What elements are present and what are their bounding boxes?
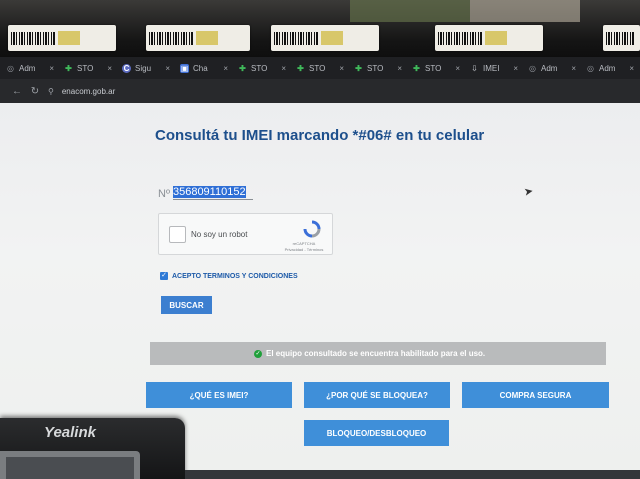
browser-tab-bar: ◎ Adm × ✚ STO × C Sigu × ▣ Cha × ✚ STO × ✚ STO × ✚ STO × ✚ STO…: [0, 57, 640, 79]
close-tab-icon[interactable]: ×: [339, 64, 344, 73]
globe-icon: ◎: [7, 63, 14, 73]
sto-icon: ✚: [413, 63, 420, 73]
phone-screen: [0, 451, 140, 479]
url-text[interactable]: enacom.gob.ar: [62, 87, 115, 96]
browser-tab[interactable]: ◎ Adm ×: [522, 57, 580, 79]
recaptcha-widget: No soy un robot reCAPTCHA Privacidad - T…: [158, 213, 333, 255]
tab-label: IMEI: [483, 63, 500, 73]
tab-label: STO: [425, 63, 442, 73]
terms-row[interactable]: ✓ ACEPTO TERMINOS Y CONDICIONES: [160, 272, 298, 280]
tab-label: Adm: [19, 63, 36, 73]
site-info-icon[interactable]: ⚲: [48, 87, 54, 96]
barcode-icon: [274, 31, 318, 45]
tab-label: Adm: [599, 63, 616, 73]
globe-icon: ◎: [587, 63, 594, 73]
mouse-cursor-icon: ➤: [523, 185, 535, 199]
close-tab-icon[interactable]: ×: [165, 64, 170, 73]
chat-icon: ▣: [180, 63, 189, 73]
background-window: [470, 0, 580, 22]
search-button[interactable]: BUSCAR: [161, 296, 212, 314]
tab-label: STO: [251, 63, 268, 73]
asset-sticker: [146, 25, 250, 51]
asset-sticker: [435, 25, 543, 51]
barcode-icon: [149, 31, 193, 45]
phone-display: [6, 457, 134, 479]
status-message: El equipo consultado se encuentra habili…: [266, 349, 486, 358]
tab-label: STO: [309, 63, 326, 73]
why-blocked-button[interactable]: ¿POR QUÉ SE BLOQUEA?: [304, 382, 450, 408]
browser-tab[interactable]: ▣ Cha ×: [174, 57, 232, 79]
browser-tab[interactable]: ◎ Adm ×: [580, 57, 638, 79]
imei-icon: ⇩: [471, 63, 478, 73]
captcha-label: No soy un robot: [191, 230, 248, 239]
captcha-links[interactable]: Privacidad - Términos: [277, 247, 331, 252]
browser-tab[interactable]: ✚ STO ×: [58, 57, 116, 79]
page-title: Consultá tu IMEI marcando *#06# en tu ce…: [155, 127, 485, 144]
barcode-icon: [606, 31, 634, 45]
sto-icon: ✚: [297, 63, 304, 73]
imei-value: 356809110152: [172, 186, 246, 198]
what-is-imei-button[interactable]: ¿QUÉ ES IMEI?: [146, 382, 292, 408]
browser-tab[interactable]: ✚ STO ×: [406, 57, 464, 79]
captcha-checkbox[interactable]: [169, 226, 186, 243]
imei-field[interactable]: Nº 356809110152: [158, 186, 253, 200]
tab-label: STO: [77, 63, 94, 73]
sto-icon: ✚: [355, 63, 362, 73]
close-tab-icon[interactable]: ×: [49, 64, 54, 73]
close-tab-icon[interactable]: ×: [513, 64, 518, 73]
browser-tab[interactable]: ◎ Adm ×: [0, 57, 58, 79]
safe-purchase-button[interactable]: COMPRA SEGURA: [462, 382, 609, 408]
reload-icon[interactable]: ↻: [30, 86, 40, 97]
tab-label: Cha: [193, 63, 208, 73]
close-tab-icon[interactable]: ×: [107, 64, 112, 73]
sticker-label: [196, 31, 218, 45]
address-bar: ← ↻ ⚲ enacom.gob.ar: [0, 79, 640, 103]
browser-tab[interactable]: ✚ STO ×: [348, 57, 406, 79]
imei-input[interactable]: 356809110152: [172, 186, 253, 200]
sticker-label: [485, 31, 507, 45]
recaptcha-logo-icon: [303, 220, 321, 238]
close-tab-icon[interactable]: ×: [571, 64, 576, 73]
tab-label: Sigu: [135, 63, 152, 73]
browser-tab[interactable]: ✚ STO ×: [232, 57, 290, 79]
c-icon: C: [122, 63, 131, 73]
tab-label: STO: [367, 63, 384, 73]
close-tab-icon[interactable]: ×: [223, 64, 228, 73]
background-window: [350, 0, 470, 22]
desk-phone: Yealink: [0, 418, 185, 479]
browser-tab[interactable]: ✚ STO ×: [290, 57, 348, 79]
status-banner: ✓ El equipo consultado se encuentra habi…: [150, 342, 606, 365]
terms-label: ACEPTO TERMINOS Y CONDICIONES: [172, 272, 298, 280]
monitor-bottom-edge: [185, 470, 640, 479]
tab-label: Adm: [541, 63, 558, 73]
captcha-brand: reCAPTCHA: [292, 241, 316, 246]
imei-prefix: Nº: [158, 188, 170, 200]
monitor-bezel: [0, 0, 640, 58]
asset-sticker: [603, 25, 640, 51]
browser-tab[interactable]: ⇩ IMEI ×: [464, 57, 522, 79]
close-tab-icon[interactable]: ×: [455, 64, 460, 73]
sto-icon: ✚: [65, 63, 72, 73]
close-tab-icon[interactable]: ×: [397, 64, 402, 73]
asset-sticker: [271, 25, 379, 51]
close-tab-icon[interactable]: ×: [281, 64, 286, 73]
sticker-label: [58, 31, 80, 45]
globe-icon: ◎: [529, 63, 536, 73]
asset-sticker: [8, 25, 116, 51]
browser-tab[interactable]: C Sigu ×: [116, 57, 174, 79]
sto-icon: ✚: [239, 63, 246, 73]
close-tab-icon[interactable]: ×: [629, 64, 634, 73]
sticker-label: [321, 31, 343, 45]
barcode-icon: [11, 31, 55, 45]
barcode-icon: [438, 31, 482, 45]
check-circle-icon: ✓: [254, 349, 262, 358]
block-unblock-button[interactable]: BLOQUEO/DESBLOQUEO: [304, 420, 449, 446]
back-arrow-icon[interactable]: ←: [12, 86, 22, 97]
phone-brand: Yealink: [44, 424, 96, 441]
terms-checkbox[interactable]: ✓: [160, 272, 168, 280]
